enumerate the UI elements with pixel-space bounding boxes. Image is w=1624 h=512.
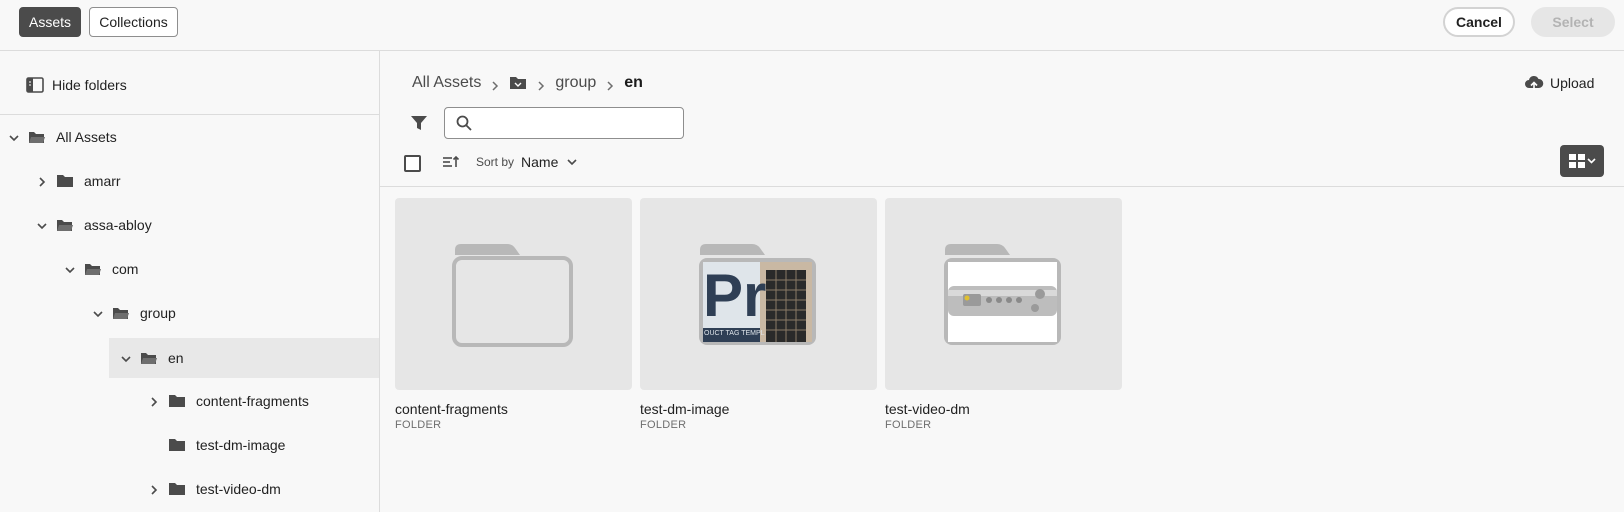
folder-thumbnail: Pr OUCT TAG TEMPL: [640, 198, 877, 390]
folder-icon: [168, 393, 186, 409]
asset-name: test-dm-image: [640, 401, 730, 417]
chevron-right-icon[interactable]: [36, 175, 48, 187]
breadcrumb-group[interactable]: group: [555, 74, 596, 92]
search-input[interactable]: [481, 112, 681, 136]
breadcrumb-current: en: [624, 74, 643, 91]
folder-open-icon: [140, 350, 158, 366]
tree-item-com[interactable]: com: [64, 249, 138, 289]
main-panel: All Assets group en Upload Sort by Name: [380, 51, 1624, 512]
asset-card-test-dm-image[interactable]: Pr OUCT TAG TEMPL test-dm-image FOLDER: [640, 198, 877, 431]
chevron-down-icon[interactable]: [92, 307, 104, 319]
tree-item-label: All Assets: [56, 129, 117, 145]
upload-label: Upload: [1550, 75, 1595, 91]
tree-item-test-dm-image[interactable]: test-dm-image: [148, 425, 285, 465]
select-all-checkbox[interactable]: [404, 155, 421, 172]
tree-item-label: com: [112, 261, 139, 277]
breadcrumb-collapsed-folders-icon[interactable]: [509, 75, 527, 91]
chevron-right-icon[interactable]: [148, 395, 160, 407]
folder-video-preview: [944, 244, 1061, 345]
folder-icon: [452, 244, 573, 347]
asset-name: test-video-dm: [885, 401, 970, 417]
chevron-right-icon: [536, 78, 546, 91]
asset-type: FOLDER: [885, 419, 932, 431]
folder-sidebar: Hide folders All Assets amarr assa-abloy…: [0, 51, 380, 512]
tree-item-label: content-fragments: [196, 393, 309, 409]
asset-type: FOLDER: [640, 419, 687, 431]
folder-icon: [168, 481, 186, 497]
tree-item-label: group: [140, 305, 176, 321]
select-button[interactable]: Select: [1531, 7, 1615, 37]
tree-item-label: test-dm-image: [196, 437, 286, 453]
sort-by-label: Sort by: [476, 155, 515, 169]
folder-thumbnail: [395, 198, 632, 390]
chevron-down-icon[interactable]: [8, 131, 20, 143]
folder-icon: [168, 437, 186, 453]
asset-card-content-fragments[interactable]: content-fragments FOLDER: [395, 198, 632, 431]
chevron-right-icon: [490, 78, 500, 91]
hide-folders-label: Hide folders: [52, 77, 127, 93]
tree-item-label: test-video-dm: [196, 481, 281, 497]
upload-button[interactable]: Upload: [1524, 71, 1594, 95]
chevron-down-icon[interactable]: [120, 352, 132, 364]
folder-open-icon: [56, 217, 74, 233]
tree-item-label: en: [168, 350, 184, 366]
tree-item-group[interactable]: group: [92, 293, 176, 333]
tab-collections[interactable]: Collections: [89, 7, 178, 37]
sidebar-divider: [0, 114, 379, 115]
tree-item-all-assets[interactable]: All Assets: [8, 117, 117, 157]
tree-item-label: assa-abloy: [84, 217, 152, 233]
chevron-down-icon[interactable]: [36, 219, 48, 231]
asset-type: FOLDER: [395, 419, 442, 431]
tree-item-content-fragments[interactable]: content-fragments: [148, 381, 309, 421]
panel-icon: [26, 77, 44, 93]
breadcrumb-all-assets[interactable]: All Assets: [412, 74, 481, 92]
folder-open-icon: [84, 261, 102, 277]
tree-item-assa-abloy[interactable]: assa-abloy: [36, 205, 152, 245]
chevron-down-icon: [567, 159, 577, 166]
preview-text: Pr: [703, 262, 767, 329]
chevron-right-icon: [605, 78, 615, 91]
cancel-button[interactable]: Cancel: [1443, 7, 1515, 37]
top-bar: Assets Collections Cancel Select: [0, 0, 1624, 51]
tab-assets[interactable]: Assets: [19, 7, 81, 37]
folder-icon: [56, 173, 74, 189]
search-field[interactable]: [444, 107, 684, 139]
asset-name: content-fragments: [395, 401, 508, 417]
filter-icon[interactable]: [410, 114, 428, 132]
sort-order-icon[interactable]: [442, 154, 460, 170]
view-toggle-button[interactable]: [1560, 145, 1604, 177]
preview-caption: OUCT TAG TEMPL: [704, 330, 765, 337]
grid-view-icon: [1569, 154, 1596, 168]
search-icon: [456, 115, 472, 131]
breadcrumb: All Assets group en: [412, 71, 643, 95]
tree-item-en[interactable]: en: [109, 338, 379, 378]
folder-open-icon: [28, 129, 46, 145]
folder-open-icon: [112, 305, 130, 321]
asset-card-test-video-dm[interactable]: test-video-dm FOLDER: [885, 198, 1122, 431]
grid-divider: [380, 186, 1624, 187]
sort-by-value: Name: [521, 154, 559, 170]
sort-by-dropdown[interactable]: Sort by Name: [476, 150, 578, 174]
cloud-upload-icon: [1525, 75, 1544, 90]
tree-item-amarr[interactable]: amarr: [36, 161, 121, 201]
tree-item-test-video-dm[interactable]: test-video-dm: [148, 469, 281, 509]
hide-folders-button[interactable]: Hide folders: [26, 73, 127, 97]
folder-thumbnail: [885, 198, 1122, 390]
chevron-right-icon[interactable]: [148, 483, 160, 495]
tree-item-label: amarr: [84, 173, 121, 189]
chevron-down-icon[interactable]: [64, 263, 76, 275]
